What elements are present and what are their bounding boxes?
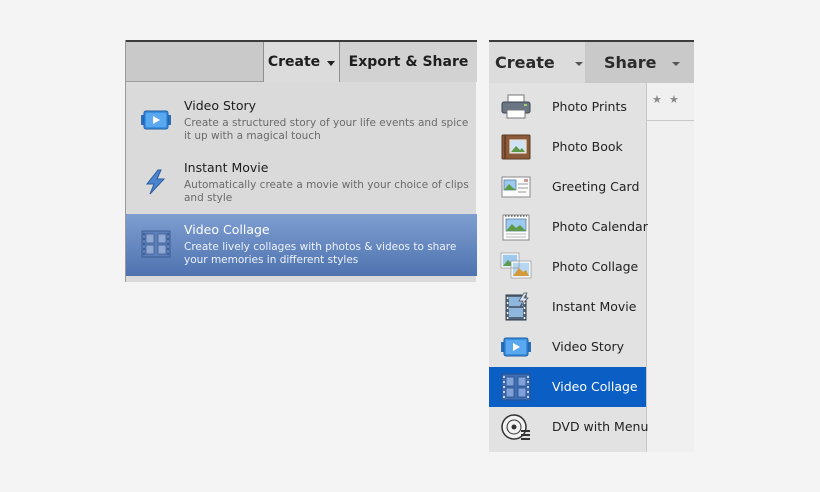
- menu-item-title: Video Story: [184, 98, 257, 113]
- menu-item-label: Photo Collage: [552, 259, 639, 274]
- menu-item-label: Photo Calendar: [552, 219, 648, 234]
- create-menu-panel-right: Create Share ★ ★ Photo Prints Photo Book…: [489, 40, 694, 452]
- menu-item-label: Photo Prints: [552, 99, 627, 114]
- calendar-icon: [502, 214, 530, 241]
- export-share-label: Export & Share: [348, 54, 469, 70]
- menu-item-photo-collage[interactable]: Photo Collage: [489, 247, 646, 287]
- menu-item-title: Instant Movie: [184, 160, 269, 175]
- printer-icon: [501, 94, 531, 119]
- menu-item-label: Instant Movie: [552, 299, 637, 314]
- menu-item-description: Automatically create a movie with your c…: [184, 179, 469, 204]
- menu-item-label: DVD with Menu: [552, 419, 649, 434]
- menu-item-photo-book[interactable]: Photo Book: [489, 127, 646, 167]
- chevron-down-icon: [672, 61, 681, 66]
- background-workspace: ★ ★: [646, 83, 694, 452]
- menu-item-video-story[interactable]: Video Story Create a structured story of…: [126, 90, 477, 152]
- menu-item-video-collage[interactable]: Video Collage: [489, 367, 646, 407]
- menu-item-instant-movie[interactable]: Instant Movie Automatically create a mov…: [126, 152, 477, 214]
- video-collage-icon: [501, 373, 531, 401]
- share-menu-label: Share: [604, 53, 657, 72]
- menubar: Create Export & Share: [126, 40, 477, 82]
- menu-item-greeting-card[interactable]: Greeting Card: [489, 167, 646, 207]
- menu-item-description: Create lively collages with photos & vid…: [184, 241, 457, 266]
- greeting-card-icon: [501, 176, 531, 198]
- photo-book-icon: [501, 134, 531, 160]
- video-collage-icon: [141, 230, 171, 258]
- menu-item-label: Photo Book: [552, 139, 623, 154]
- video-story-icon: [501, 337, 531, 357]
- menu-item-video-story[interactable]: Video Story: [489, 327, 646, 367]
- rating-star-icon[interactable]: ★: [652, 93, 662, 106]
- create-dropdown-menu: Photo Prints Photo Book Greeting Card Ph…: [489, 83, 649, 452]
- menu-item-photo-prints[interactable]: Photo Prints: [489, 87, 646, 127]
- menu-item-label: Video Story: [552, 339, 625, 354]
- menu-item-label: Greeting Card: [552, 179, 640, 194]
- share-menu-button[interactable]: Share: [585, 42, 694, 83]
- export-share-button[interactable]: Export & Share: [339, 42, 477, 82]
- menu-item-photo-calendar[interactable]: Photo Calendar: [489, 207, 648, 247]
- create-menu-label: Create: [495, 53, 555, 72]
- video-story-icon: [141, 110, 171, 130]
- menu-item-video-collage[interactable]: Video Collage Create lively collages wit…: [126, 214, 477, 276]
- create-menu-button[interactable]: Create: [489, 42, 585, 83]
- menu-item-description: Create a structured story of your life e…: [184, 117, 469, 142]
- create-menu-button[interactable]: Create: [263, 42, 339, 82]
- menu-item-dvd-with-menu[interactable]: DVD with Menu: [489, 407, 649, 447]
- create-menu-panel-left: Create Export & Share Video Story Create…: [125, 40, 477, 282]
- menu-item-instant-movie[interactable]: Instant Movie: [489, 287, 646, 327]
- create-menu-label: Create: [267, 54, 321, 70]
- menu-item-label: Video Collage: [552, 379, 638, 394]
- instant-movie-icon: [505, 292, 529, 321]
- dvd-icon: [501, 414, 530, 440]
- menubar: Create Share: [489, 40, 694, 83]
- rating-star-icon[interactable]: ★: [669, 93, 679, 106]
- lightning-icon: [145, 169, 166, 195]
- chevron-down-icon: [574, 61, 583, 66]
- divider: [647, 120, 694, 121]
- photo-collage-icon: [500, 252, 532, 279]
- menu-item-title: Video Collage: [184, 222, 270, 237]
- chevron-down-icon: [327, 60, 336, 66]
